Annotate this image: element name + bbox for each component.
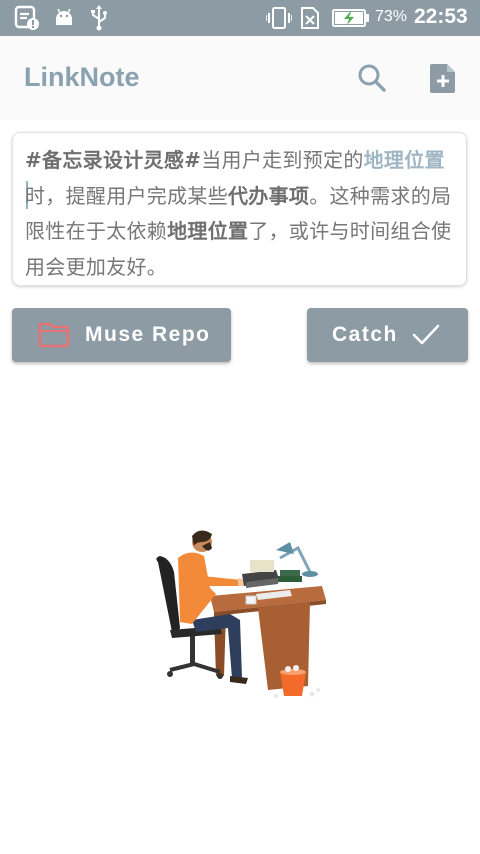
- search-icon: [358, 64, 386, 92]
- note-text-segment: 当用户走到预定的: [201, 148, 364, 172]
- note-add-icon: [430, 64, 455, 93]
- app-notification-icon: [14, 5, 39, 30]
- usb-icon: [91, 5, 107, 31]
- search-button[interactable]: [356, 62, 388, 94]
- vibrate-icon: [266, 7, 292, 29]
- no-sim-icon: [301, 7, 319, 29]
- note-bold-text: 地理位置: [167, 219, 249, 243]
- note-card[interactable]: #备忘录设计灵感#当用户走到预定的地理位置时，提醒用户完成某些代办事项。这种需求…: [12, 132, 467, 286]
- battery-charging-icon: [332, 9, 369, 27]
- app-title: LinkNote: [24, 62, 140, 92]
- note-bold-text: 代办事项: [228, 183, 310, 208]
- clock: 22:53: [414, 5, 468, 28]
- checkmark-icon: [412, 324, 440, 345]
- add-note-button[interactable]: [428, 62, 460, 94]
- muse-repo-button[interactable]: Muse Repo: [12, 308, 231, 362]
- status-bar: 73% 22:53: [0, 0, 480, 36]
- location-link[interactable]: 地理位置: [364, 148, 445, 172]
- note-tag: #备忘录设计灵感#: [25, 148, 202, 172]
- writer-at-desk-illustration: [156, 530, 326, 698]
- android-icon: [56, 8, 72, 25]
- muse-repo-label: Muse Repo: [85, 323, 211, 346]
- note-text[interactable]: #备忘录设计灵感#当用户走到预定的地理位置时，提醒用户完成某些代办事项。这种需求…: [25, 143, 465, 285]
- app-bar: LinkNote: [0, 36, 480, 120]
- catch-label: Catch: [332, 323, 398, 346]
- catch-button[interactable]: Catch: [307, 308, 468, 362]
- note-text-segment: 时，提醒用户完成某些: [25, 183, 228, 208]
- folder-icon: [38, 322, 70, 348]
- battery-percent: 73%: [375, 8, 408, 25]
